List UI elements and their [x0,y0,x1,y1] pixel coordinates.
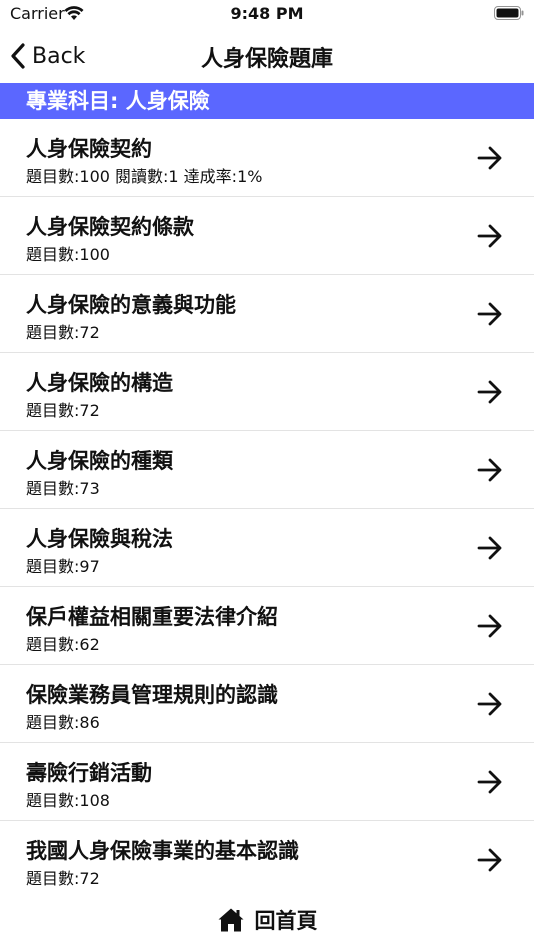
battery-icon [494,6,524,20]
list-item[interactable]: 人身保險的構造 題目數:72 [0,353,534,431]
arrow-right-icon [477,770,502,794]
list-item[interactable]: 我國人身保險事業的基本認識 題目數:72 [0,821,534,899]
arrow-right-icon [477,458,502,482]
list-item-title: 我國人身保險事業的基本認識 [26,839,299,863]
list-item[interactable]: 保險業務員管理規則的認識 題目數:86 [0,665,534,743]
back-button-label: Back [32,43,86,69]
list-item-title: 人身保險契約條款 [26,215,194,239]
arrow-right-icon [477,146,502,170]
arrow-right-icon [477,614,502,638]
list-item-subtitle: 題目數:97 [26,557,100,576]
list-item-title: 人身保險的構造 [26,371,173,395]
topic-list: 人身保險契約 題目數:100 閱讀數:1 達成率:1% 人身保險契約條款 題目數… [0,119,534,899]
list-item-title: 保險業務員管理規則的認識 [26,683,278,707]
list-item-title: 人身保險與稅法 [26,527,173,551]
list-item[interactable]: 人身保險契約條款 題目數:100 [0,197,534,275]
list-item-subtitle: 題目數:72 [26,323,100,342]
list-item[interactable]: 人身保險契約 題目數:100 閱讀數:1 達成率:1% [0,119,534,197]
list-item-subtitle: 題目數:73 [26,479,100,498]
list-item[interactable]: 人身保險與稅法 題目數:97 [0,509,534,587]
list-item-title: 人身保險契約 [26,137,152,161]
list-item-title: 人身保險的種類 [26,449,173,473]
list-item-subtitle: 題目數:72 [26,401,100,420]
list-item-subtitle: 題目數:108 [26,791,110,810]
list-item[interactable]: 人身保險的種類 題目數:73 [0,431,534,509]
arrow-right-icon [477,302,502,326]
list-item-subtitle: 題目數:86 [26,713,100,732]
arrow-right-icon [477,848,502,872]
navigation-bar: Back 人身保險題庫 [0,30,534,82]
home-button[interactable]: 回首頁 [0,900,534,940]
arrow-right-icon [477,536,502,560]
arrow-right-icon [477,224,502,248]
home-button-label: 回首頁 [254,909,318,933]
list-item-subtitle: 題目數:72 [26,869,100,888]
list-item-title: 保戶權益相關重要法律介紹 [26,605,278,629]
list-item-subtitle: 題目數:100 [26,245,110,264]
list-item[interactable]: 人身保險的意義與功能 題目數:72 [0,275,534,353]
section-header: 專業科目: 人身保險 [0,83,534,119]
list-item-subtitle: 題目數:100 閱讀數:1 達成率:1% [26,167,263,186]
arrow-right-icon [477,380,502,404]
list-item-title: 人身保險的意義與功能 [26,293,236,317]
list-item[interactable]: 壽險行銷活動 題目數:108 [0,743,534,821]
list-item[interactable]: 保戶權益相關重要法律介紹 題目數:62 [0,587,534,665]
chevron-left-icon [11,43,25,69]
back-button[interactable]: Back [10,38,85,74]
list-item-title: 壽險行銷活動 [26,761,152,785]
list-item-subtitle: 題目數:62 [26,635,100,654]
arrow-right-icon [477,692,502,716]
status-bar: Carrier 9:48 PM [0,0,534,30]
home-icon [218,908,243,932]
clock: 9:48 PM [230,4,304,23]
